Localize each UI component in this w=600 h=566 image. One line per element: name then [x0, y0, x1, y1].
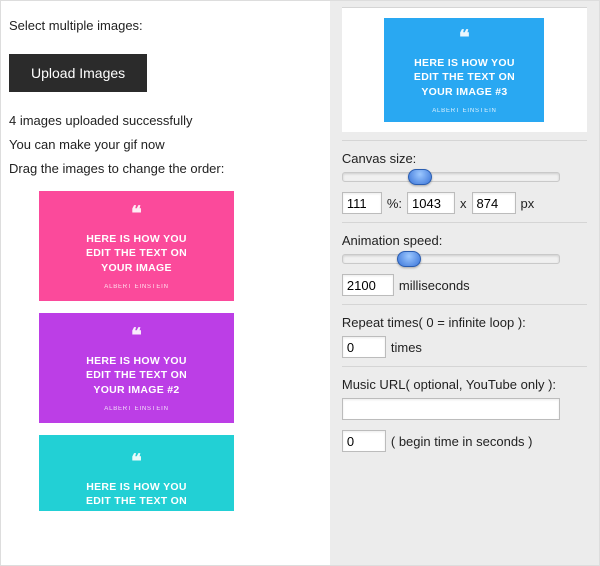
quote-icon: ❝	[131, 201, 142, 228]
quote-icon: ❝	[131, 323, 142, 350]
right-panel: ❝ HERE IS HOW YOU EDIT THE TEXT ON YOUR …	[330, 1, 599, 565]
preview-area: ❝ HERE IS HOW YOU EDIT THE TEXT ON YOUR …	[342, 7, 587, 132]
preview-attribution: ALBERT EINSTEIN	[432, 107, 496, 115]
image-thumbnail[interactable]: ❝ HERE IS HOW YOU EDIT THE TEXT ON YOUR …	[39, 191, 234, 301]
card-text: HERE IS HOW YOU EDIT THE TEXT ON YOUR IM…	[86, 232, 187, 275]
canvas-width-input[interactable]	[407, 192, 455, 214]
music-begin-input[interactable]	[342, 430, 386, 452]
divider	[342, 304, 587, 305]
divider	[342, 222, 587, 223]
image-thumbnail[interactable]: ❝ HERE IS HOW YOU EDIT THE TEXT ON YOUR …	[39, 435, 234, 511]
x-separator: x	[460, 196, 467, 211]
milliseconds-label: milliseconds	[399, 278, 470, 293]
slider-thumb[interactable]	[397, 251, 421, 267]
card-text: HERE IS HOW YOU EDIT THE TEXT ON YOUR IM…	[86, 480, 187, 523]
ready-text: You can make your gif now	[9, 137, 322, 152]
preview-image: ❝ HERE IS HOW YOU EDIT THE TEXT ON YOUR …	[384, 18, 544, 122]
preview-text: HERE IS HOW YOU EDIT THE TEXT ON YOUR IM…	[414, 56, 515, 99]
animation-speed-label: Animation speed:	[342, 233, 587, 248]
repeat-times-row: times	[342, 336, 587, 358]
upload-status: 4 images uploaded successfully	[9, 113, 322, 128]
canvas-size-row: %: x px	[342, 192, 587, 214]
repeat-times-label: Repeat times( 0 = infinite loop ):	[342, 315, 587, 330]
image-thumbnail[interactable]: ❝ HERE IS HOW YOU EDIT THE TEXT ON YOUR …	[39, 313, 234, 423]
music-url-label: Music URL( optional, YouTube only ):	[342, 377, 587, 392]
music-begin-row: ( begin time in seconds )	[342, 430, 587, 452]
canvas-height-input[interactable]	[472, 192, 516, 214]
upload-images-button[interactable]: Upload Images	[9, 54, 147, 92]
repeat-times-input[interactable]	[342, 336, 386, 358]
select-images-label: Select multiple images:	[9, 18, 322, 33]
card-attribution: ALBERT EINSTEIN	[104, 283, 168, 291]
times-label: times	[391, 340, 422, 355]
percent-suffix: %:	[387, 196, 402, 211]
animation-speed-slider[interactable]	[342, 254, 560, 264]
quote-icon: ❝	[459, 25, 470, 52]
divider	[342, 366, 587, 367]
animation-speed-row: milliseconds	[342, 274, 587, 296]
divider	[342, 140, 587, 141]
canvas-percent-input[interactable]	[342, 192, 382, 214]
card-attribution: ALBERT EINSTEIN	[104, 405, 168, 413]
image-thumbnail-list: ❝ HERE IS HOW YOU EDIT THE TEXT ON YOUR …	[9, 185, 322, 511]
px-label: px	[521, 196, 535, 211]
canvas-size-label: Canvas size:	[342, 151, 587, 166]
card-text: HERE IS HOW YOU EDIT THE TEXT ON YOUR IM…	[86, 354, 187, 397]
slider-thumb[interactable]	[408, 169, 432, 185]
animation-speed-input[interactable]	[342, 274, 394, 296]
begin-time-label: ( begin time in seconds )	[391, 434, 533, 449]
quote-icon: ❝	[131, 449, 142, 476]
music-url-input[interactable]	[342, 398, 560, 420]
canvas-size-slider[interactable]	[342, 172, 560, 182]
left-panel: Select multiple images: Upload Images 4 …	[1, 1, 330, 565]
drag-hint: Drag the images to change the order:	[9, 161, 322, 176]
app-root: Select multiple images: Upload Images 4 …	[0, 0, 600, 566]
